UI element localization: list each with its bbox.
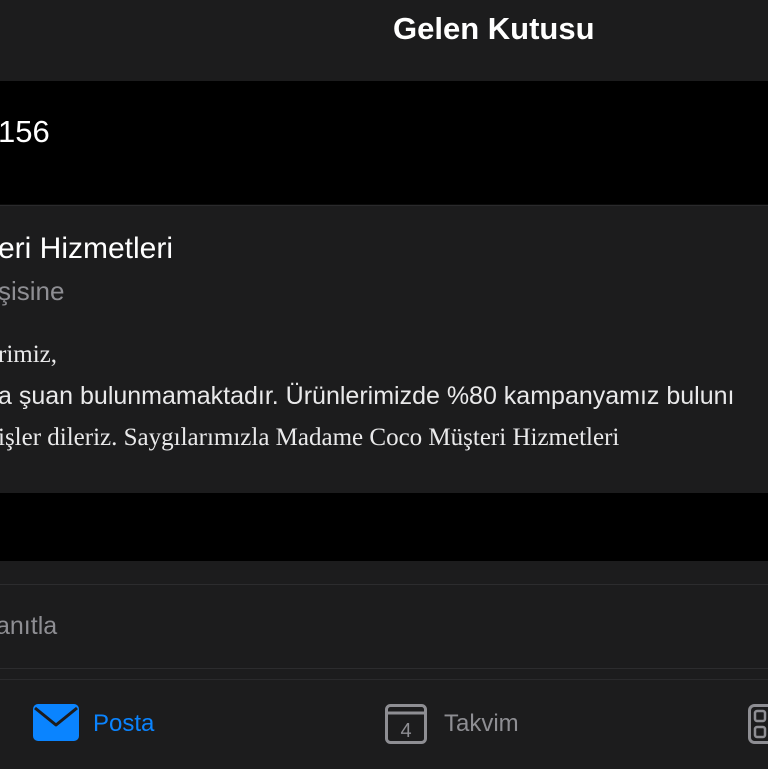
message-body-line: rimiz, xyxy=(0,341,57,369)
tab-takvim[interactable]: Takvim xyxy=(444,710,519,738)
page-title: Gelen Kutusu xyxy=(393,11,595,47)
section-gap xyxy=(0,493,768,561)
message-body-line: işler dileriz. Saygılarımızla Madame Coc… xyxy=(0,424,619,452)
mail-icon[interactable] xyxy=(33,704,79,741)
divider xyxy=(0,668,768,669)
divider xyxy=(0,584,768,585)
message-body-line: a şuan bulunmamaktadır. Ürünlerimizde %8… xyxy=(0,382,735,411)
message-actions: anıtla xyxy=(0,561,768,679)
reply-button[interactable]: anıtla xyxy=(0,612,57,641)
recipient-line[interactable]: şisine xyxy=(0,276,64,307)
tab-bar: Posta 4 Takvim xyxy=(0,679,768,769)
message-card[interactable]: eri Hizmetleri şisine rimiz, a şuan bulu… xyxy=(0,205,768,494)
calendar-icon[interactable]: 4 xyxy=(385,704,427,744)
apps-grid-icon[interactable] xyxy=(748,704,768,744)
email-subject-band: 156 xyxy=(0,81,768,204)
tab-posta[interactable]: Posta xyxy=(93,710,154,738)
email-subject: 156 xyxy=(0,114,50,150)
navigation-header: Gelen Kutusu xyxy=(0,0,768,81)
sender-name[interactable]: eri Hizmetleri xyxy=(0,232,173,266)
calendar-badge: 4 xyxy=(400,720,411,742)
